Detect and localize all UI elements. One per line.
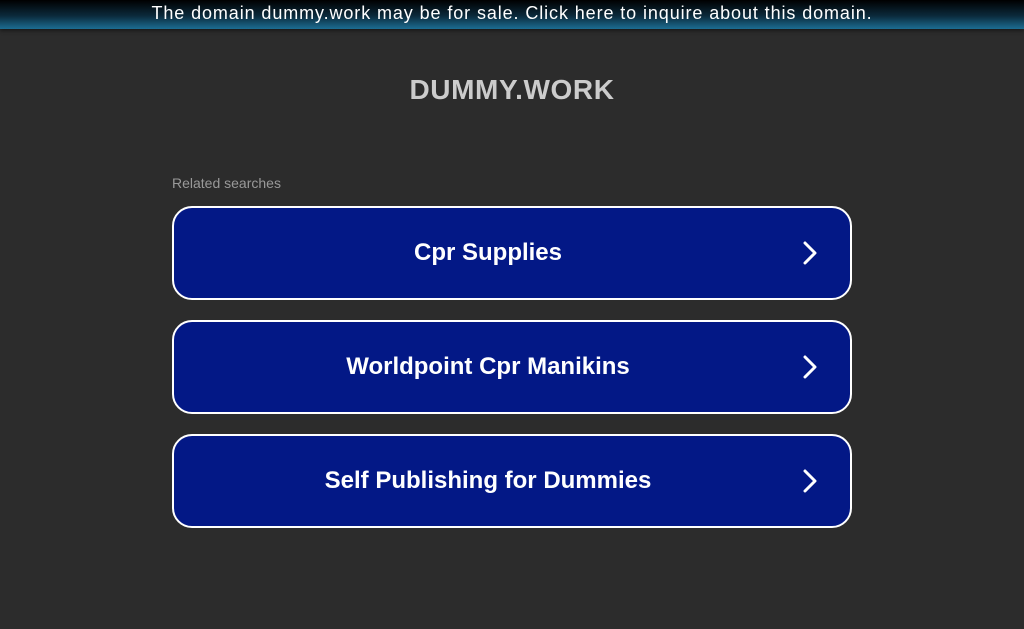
search-result-label: Self Publishing for Dummies — [324, 467, 652, 494]
search-result-worldpoint-cpr-manikins[interactable]: Worldpoint Cpr Manikins — [172, 320, 852, 414]
search-result-cpr-supplies[interactable]: Cpr Supplies — [172, 206, 852, 300]
domain-for-sale-banner[interactable]: The domain dummy.work may be for sale. C… — [0, 0, 1024, 29]
chevron-right-icon — [803, 469, 817, 493]
chevron-right-icon — [803, 241, 817, 265]
related-searches-list: Cpr Supplies Worldpoint Cpr Manikins Sel… — [172, 206, 852, 548]
search-result-label: Cpr Supplies — [413, 239, 563, 266]
chevron-right-icon — [803, 355, 817, 379]
domain-title: DUMMY.WORK — [409, 74, 615, 105]
search-result-self-publishing-for-dummies[interactable]: Self Publishing for Dummies — [172, 434, 852, 528]
related-searches-label: Related searches — [172, 175, 281, 191]
banner-text[interactable]: The domain dummy.work may be for sale. C… — [151, 3, 872, 24]
search-result-label: Worldpoint Cpr Manikins — [346, 353, 630, 380]
